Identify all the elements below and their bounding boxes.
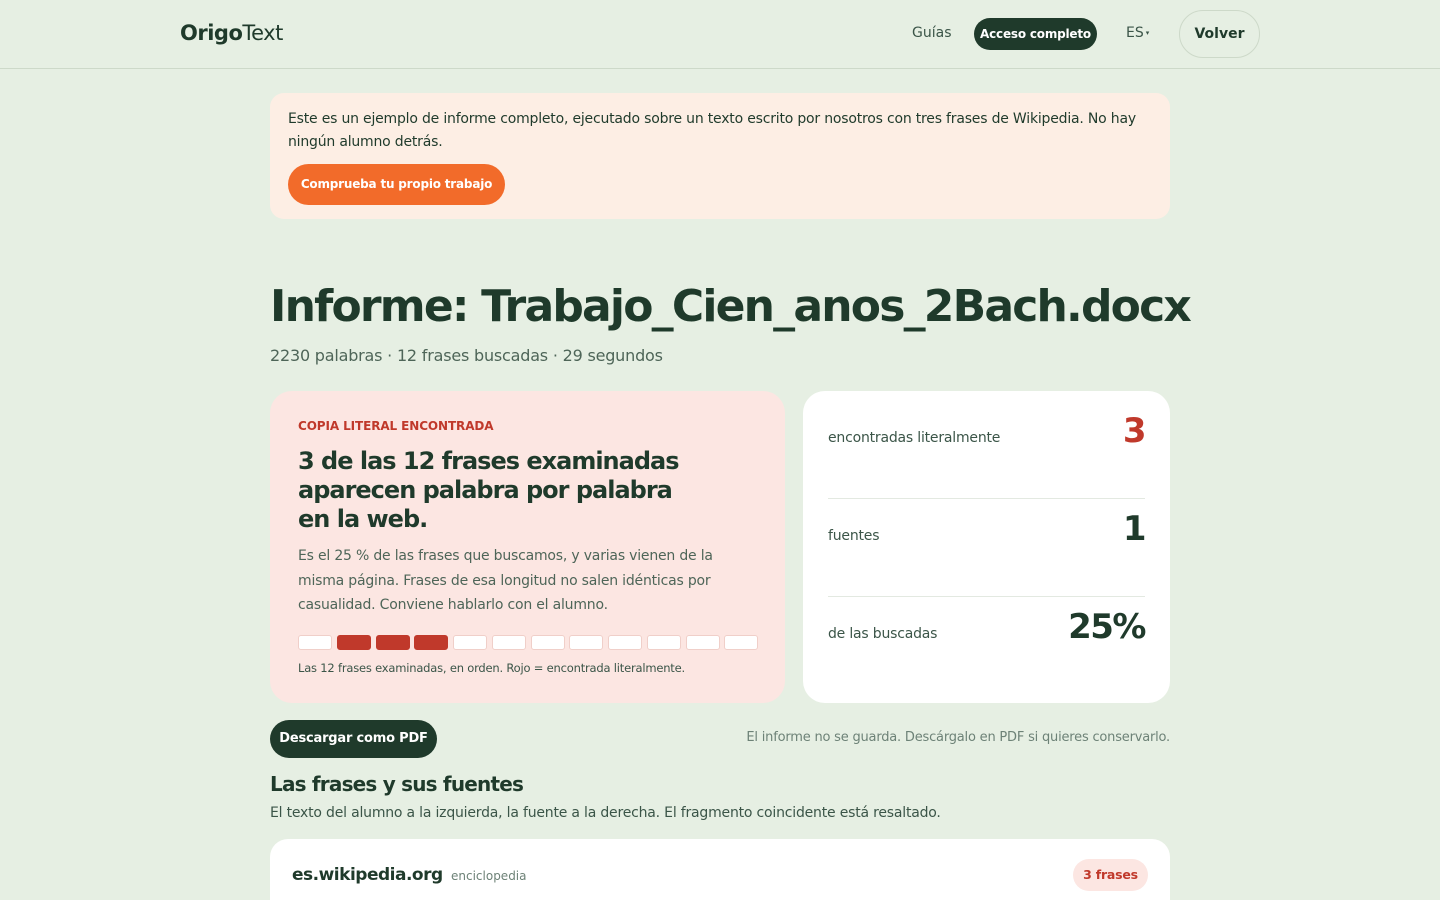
segment-not-found [646,635,681,650]
report-meta: 2230 palabras · 12 frases buscadas · 29 … [270,346,663,365]
segment-not-found [530,635,565,650]
example-notice: Este es un ejemplo de informe completo, … [270,93,1170,219]
segment-not-found [608,635,642,650]
segment-not-found [453,635,487,650]
sources-section-subtitle: El texto del alumno a la izquierda, la f… [270,805,941,821]
sources-section-title: Las frases y sus fuentes [270,772,524,796]
download-pdf-button[interactable]: Descargar como PDF [270,720,437,758]
logo[interactable]: OrigoText [180,21,283,45]
logo-bold: Origo [180,21,243,45]
stat-value-sources: 1 [1122,509,1147,549]
language-selector[interactable]: ES ▾ [1126,25,1149,41]
segment-not-found [298,635,332,650]
segment-not-found [491,635,526,650]
alert-headline: 3 de las 12 frases examinadas aparecen p… [298,447,680,533]
top-nav: OrigoText Guías Acceso completo ES ▾ Volv… [0,0,1440,69]
stat-label-sources: fuentes [828,528,880,544]
segments-caption: Las 12 frases examinadas, en orden. Rojo… [298,661,685,675]
source-card[interactable]: es.wikipedia.org enciclopedia 3 frases [270,839,1170,900]
stat-label-found: encontradas literalmente [828,430,1001,446]
source-type: enciclopedia [451,869,527,883]
stat-value-found: 3 [1122,411,1147,451]
logo-light: Text [242,21,283,45]
alert-kicker: COPIA LITERAL ENCONTRADA [298,419,494,433]
alert-card: COPIA LITERAL ENCONTRADA 3 de las 12 fra… [270,391,785,703]
language-label: ES [1126,25,1144,41]
source-domain: es.wikipedia.org [292,865,443,885]
segment-not-found [724,635,759,650]
segment-found [375,635,410,650]
alert-body: Es el 25 % de las frases que buscamos, y… [298,548,713,613]
nav-acceso-completo-button[interactable]: Acceso completo [974,18,1097,50]
nav-guias-link[interactable]: Guías [912,25,951,41]
caret-down-icon: ▾ [1145,29,1150,37]
source-count-badge: 3 frases [1073,859,1148,891]
notice-text: Este es un ejemplo de informe completo, … [288,111,1136,150]
segment-not-found [569,635,604,650]
stat-value-percent: 25% [1068,607,1146,647]
stat-label-percent: de las buscadas [828,626,938,642]
page-title: Informe: Trabajo_Cien_anos_2Bach.docx [270,281,1192,332]
segment-not-found [685,635,720,650]
stat-divider [828,596,1145,597]
download-note: El informe no se guarda. Descárgalo en P… [746,730,1170,745]
segment-found [336,635,371,650]
stats-card: encontradas literalmente 3 fuentes 1 de … [803,391,1170,703]
stat-divider [828,498,1145,499]
check-own-work-button[interactable]: Comprueba tu propio trabajo [288,164,505,205]
volver-button[interactable]: Volver [1179,10,1260,58]
segment-found [414,635,449,650]
